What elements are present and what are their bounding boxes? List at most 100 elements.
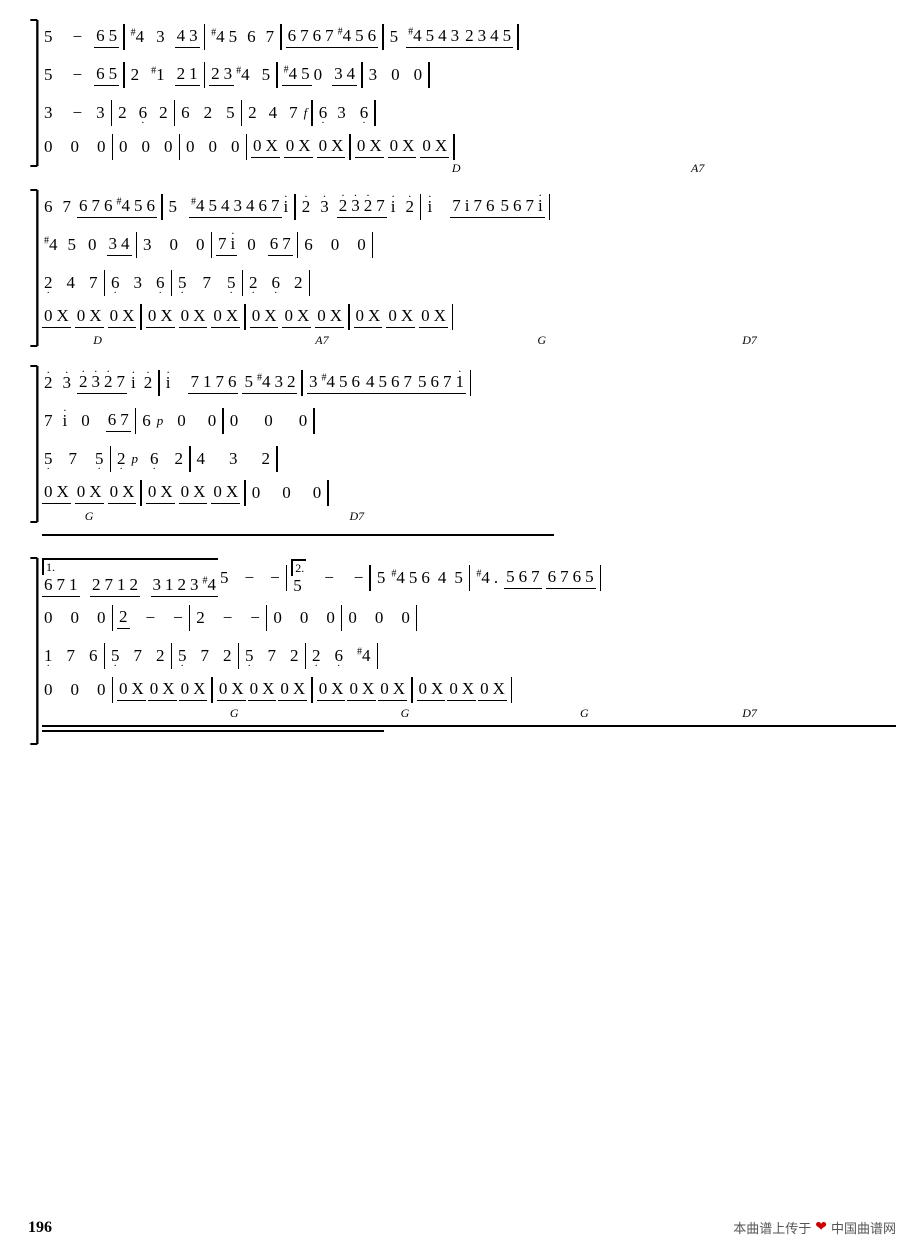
row-2-3: 2· 4 7 6· 3 6· 5· 7 5· 2· 6· [42, 264, 896, 302]
chord-D7: D7 [742, 333, 757, 348]
note: 7 [376, 196, 385, 216]
volta-notes-2: 5 [291, 576, 306, 596]
note: X [368, 306, 380, 326]
note: X [57, 482, 69, 502]
note: − [250, 608, 260, 628]
row-3-4: 0 X 0 X 0 X 0 X [42, 478, 896, 530]
note: 6· [272, 273, 281, 293]
note: 2 [178, 575, 187, 595]
note-group: 0 X [417, 679, 446, 701]
note: 0 [319, 679, 328, 699]
note: 6 [44, 575, 53, 595]
note: 2 [294, 273, 303, 293]
note: 5 [409, 568, 418, 588]
note-group: 2 3 [209, 64, 234, 86]
note-group: #4 5 4 3 4 6 7 [189, 196, 282, 218]
chord-G3: G [230, 706, 239, 721]
note-group: 2 1 [175, 64, 200, 86]
note-group: 2· 3· 2· 7 [77, 372, 127, 394]
note: 0 [286, 136, 295, 156]
note: 0 [142, 137, 151, 157]
note: 0 [88, 235, 97, 255]
note: 5 [134, 196, 143, 216]
note: #4 [191, 196, 205, 216]
note: 7 [266, 27, 275, 47]
note: 0 [110, 306, 119, 326]
note: 7 [92, 196, 101, 216]
note: 6· [139, 103, 148, 123]
note-group: 0 X [217, 679, 246, 701]
note: X [193, 679, 205, 699]
note-group: 0 X [211, 482, 240, 504]
note: 0 [357, 235, 366, 255]
note: 2 [131, 65, 140, 85]
note: 2· [405, 197, 414, 217]
note: 0 [264, 411, 273, 431]
note: 5 [585, 567, 594, 587]
note: 6 [430, 372, 439, 392]
note-group: #4 5 4 3 2 3 4 5 [406, 26, 513, 48]
note: 0 [357, 136, 366, 156]
note: 2 [159, 103, 168, 123]
note: #4 [131, 27, 145, 47]
note: 0 [208, 411, 217, 431]
note: X [393, 679, 405, 699]
note: X [331, 679, 343, 699]
note-group: 6 7 6 7 #4 5 6 [286, 26, 379, 48]
footer: 本曲谱上传于 ❤ 中国曲谱网 [733, 1218, 896, 1237]
note: 6 [486, 196, 495, 216]
note: 4 [121, 234, 130, 254]
note: 5 [426, 26, 435, 46]
note: X [266, 136, 278, 156]
note-group: 0 X [419, 306, 448, 328]
row-1-3: 3 − 3 2 6· 2 6 2 5 2 4 [42, 94, 896, 132]
note-group: 0 X [146, 306, 175, 328]
note: 2· [144, 373, 153, 393]
note: 0 [326, 608, 335, 628]
note: 0 [71, 608, 80, 628]
note: 6 [351, 372, 360, 392]
note: X [431, 679, 443, 699]
note: 2· [312, 646, 321, 666]
note: 5 [355, 26, 364, 46]
note: #4 [476, 568, 490, 588]
note: 1 [203, 372, 212, 392]
note: 3 [109, 234, 118, 254]
note: 5 [244, 372, 253, 392]
note-group: 0 X [478, 679, 507, 701]
note: 5· [178, 646, 187, 666]
note: 4 [366, 372, 375, 392]
note-group: 6 5 [94, 64, 119, 86]
note: X [298, 136, 310, 156]
note: 5 [500, 196, 509, 216]
note: 0 [119, 137, 128, 157]
note: 4 [347, 64, 356, 84]
note: X [264, 306, 276, 326]
note: 3 [153, 575, 162, 595]
note: 2· [44, 273, 53, 293]
note: 6 [270, 234, 279, 254]
note: 3 [234, 196, 243, 216]
note-group: 7 i· [216, 234, 237, 256]
note: 3 [334, 64, 343, 84]
note-group: 0 X [179, 306, 208, 328]
note-group: 0 X [386, 306, 415, 328]
note-group: 7 i 7 6 5 6 7 i· [450, 196, 544, 218]
note: 3 [224, 64, 233, 84]
note-group: 6 7 1 [42, 575, 80, 597]
note-group: 6 7 [268, 234, 293, 256]
row-4-1: 1. 6 7 1 2 7 1 2 [42, 556, 896, 599]
note: #4 [321, 372, 335, 392]
note: 0 [348, 608, 357, 628]
note: 2 [204, 103, 213, 123]
note: 7 [44, 411, 53, 431]
note: 0 [213, 306, 222, 326]
note: 7 [218, 234, 227, 254]
staff-block-3: 2· 3· 2· 3· 2· 7 i· 2· i· 7 [42, 364, 896, 536]
note: 0 [148, 306, 157, 326]
note: 7 [120, 410, 129, 430]
note: 0 [71, 680, 80, 700]
note: 0 [186, 137, 195, 157]
note: 0 [313, 483, 322, 503]
note-group: 0 X [75, 482, 104, 504]
